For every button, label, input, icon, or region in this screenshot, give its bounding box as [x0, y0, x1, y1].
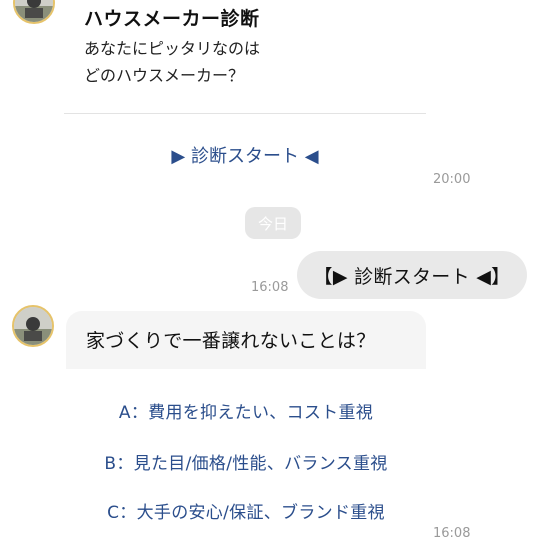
option-c-button[interactable]: C：大手の安心/保証、ブランド重視	[66, 498, 426, 523]
outgoing-message-bubble[interactable]: 【▶ 診断スタート ◀】	[297, 251, 527, 299]
message-timestamp: 20:00	[433, 172, 471, 187]
card-divider	[64, 113, 426, 114]
start-diagnosis-button[interactable]: ▶ 診断スタート ◀	[64, 142, 426, 168]
date-separator-badge: 今日	[245, 207, 301, 239]
card-body-line-2: どのハウスメーカー？	[84, 66, 245, 85]
question-text: 家づくりで一番譲れないことは？	[86, 330, 376, 352]
bot-avatar-icon[interactable]	[13, 0, 55, 24]
card-title: ハウスメーカー診断	[84, 8, 260, 30]
message-timestamp: 16:08	[433, 526, 471, 541]
bot-avatar-icon[interactable]	[12, 305, 54, 347]
outgoing-timestamp: 16:08	[251, 280, 289, 295]
message-card-diagnosis: ハウスメーカー診断 あなたにピッタリなのは どのハウスメーカー？ ▶ 診断スター…	[64, 0, 426, 180]
message-card-question: 家づくりで一番譲れないことは？ A：費用を抑えたい、コスト重視 B：見た目/価格…	[66, 311, 426, 556]
option-a-button[interactable]: A：費用を抑えたい、コスト重視	[66, 398, 426, 423]
option-b-button[interactable]: B：見た目/価格/性能、バランス重視	[66, 449, 426, 474]
card-body-line-1: あなたにピッタリなのは	[84, 39, 261, 58]
